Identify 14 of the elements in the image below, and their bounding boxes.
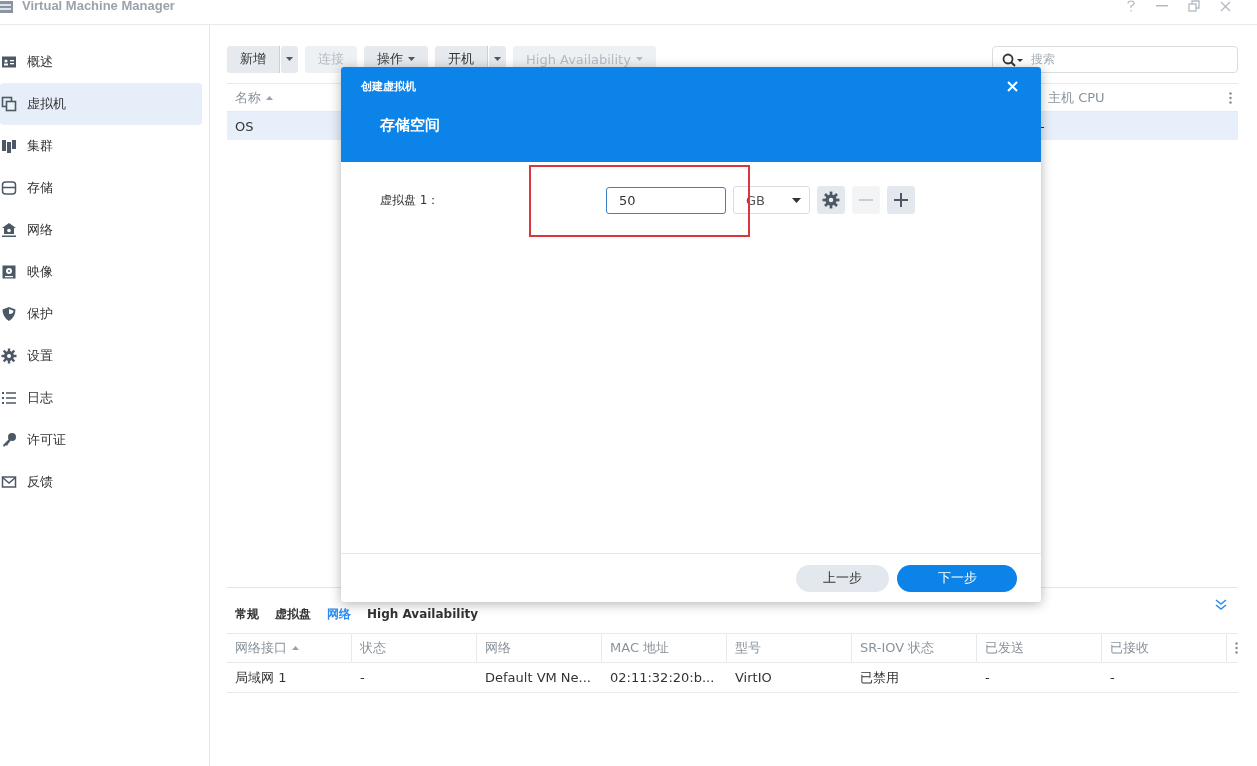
table-cell-text: 局域网 1	[234, 668, 288, 687]
table-cell-text: -	[984, 670, 991, 685]
step-heading: 存储空间	[380, 116, 440, 135]
table-cell-text: 已禁用	[859, 668, 900, 687]
window-title: Virtual Machine Manager	[22, 0, 175, 12]
table-cell: -	[1040, 118, 1045, 134]
table-cell-text: -	[359, 670, 366, 685]
dialog-title: 创建虚拟机	[361, 79, 416, 94]
table-cell: OS	[235, 118, 254, 134]
table-cell-text: 02:11:32:20:b...	[609, 670, 716, 685]
table-cell-text: VirtIO	[734, 670, 773, 685]
table-cell-text: -	[1109, 670, 1116, 685]
table-cell-text: Default VM Ne...	[484, 670, 592, 685]
field-label: 虚拟盘 1：	[380, 191, 441, 209]
